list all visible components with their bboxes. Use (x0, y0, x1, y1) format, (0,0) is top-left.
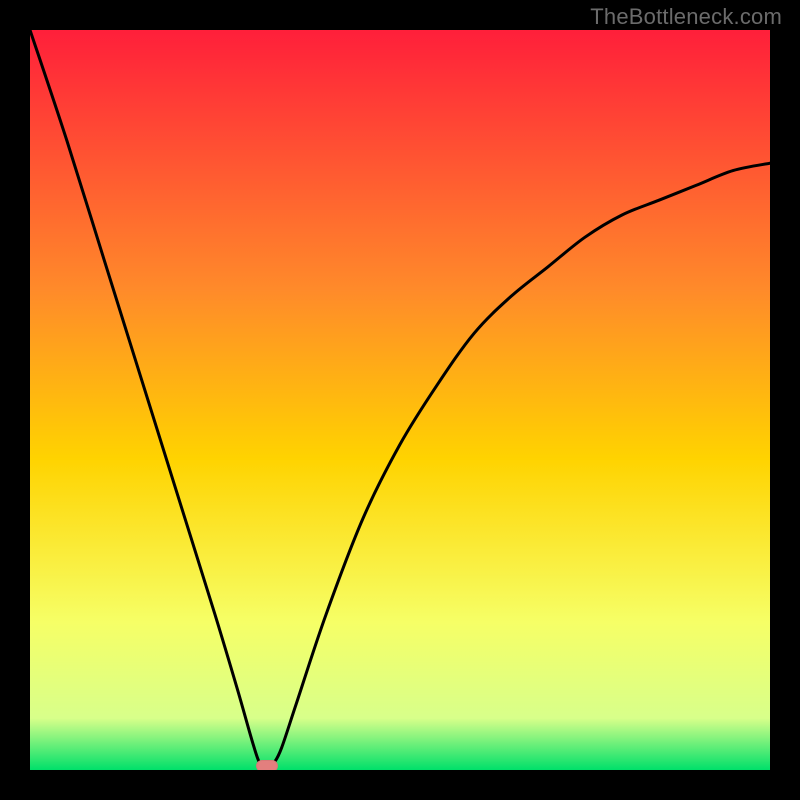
chart-frame: TheBottleneck.com (0, 0, 800, 800)
plot-area (30, 30, 770, 770)
bottleneck-curve (30, 30, 770, 770)
minimum-marker (256, 760, 278, 770)
watermark-text: TheBottleneck.com (590, 4, 782, 30)
